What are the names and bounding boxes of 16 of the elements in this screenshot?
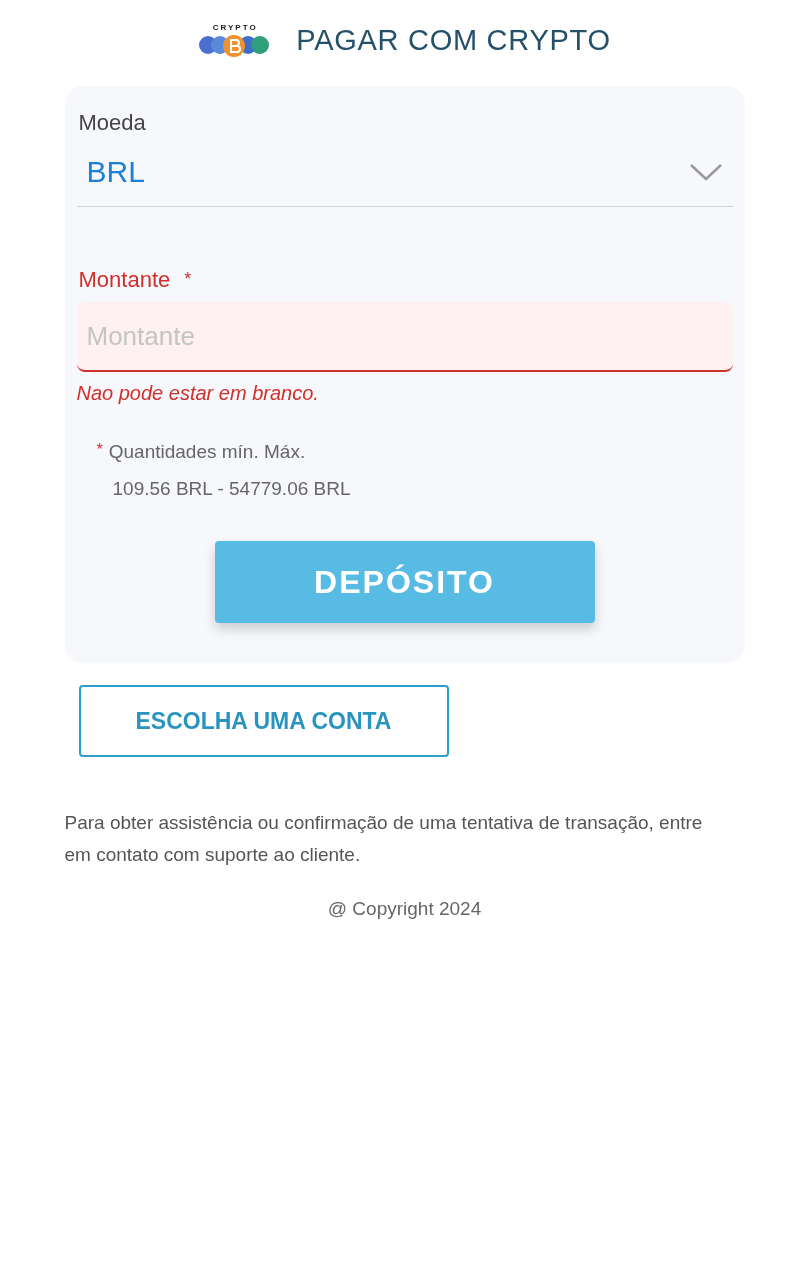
field-label: Moeda (78, 109, 147, 137)
chevron-down-icon (688, 162, 723, 181)
limits-text: Quantidades mín. Máx. (108, 440, 306, 464)
required-mark: * (184, 268, 192, 291)
currency-select[interactable]: BRL (76, 149, 733, 207)
error-message: Nao pode estar em branco. (76, 381, 320, 406)
deposit-button[interactable]: DEPÓSITO (214, 541, 595, 623)
amount-input[interactable]: Montante (76, 302, 733, 372)
logo-text: CRYPTO (212, 24, 258, 32)
field-label: Montante (78, 266, 171, 294)
limits-range: 109.56 BRL - 54779.06 BRL (112, 476, 352, 501)
page-title: PAGAR COM CRYPTO (296, 23, 611, 59)
choose-account-button[interactable]: ESCOLHA UMA CONTA (78, 685, 449, 757)
help-text: Para obter assistência ou confirmação de uma tentativa de transação, entre em contato com suporte ao cliente. (64, 811, 704, 867)
required-mark: * (96, 440, 103, 460)
copyright-text: @ Copyright 2024 (327, 897, 482, 921)
